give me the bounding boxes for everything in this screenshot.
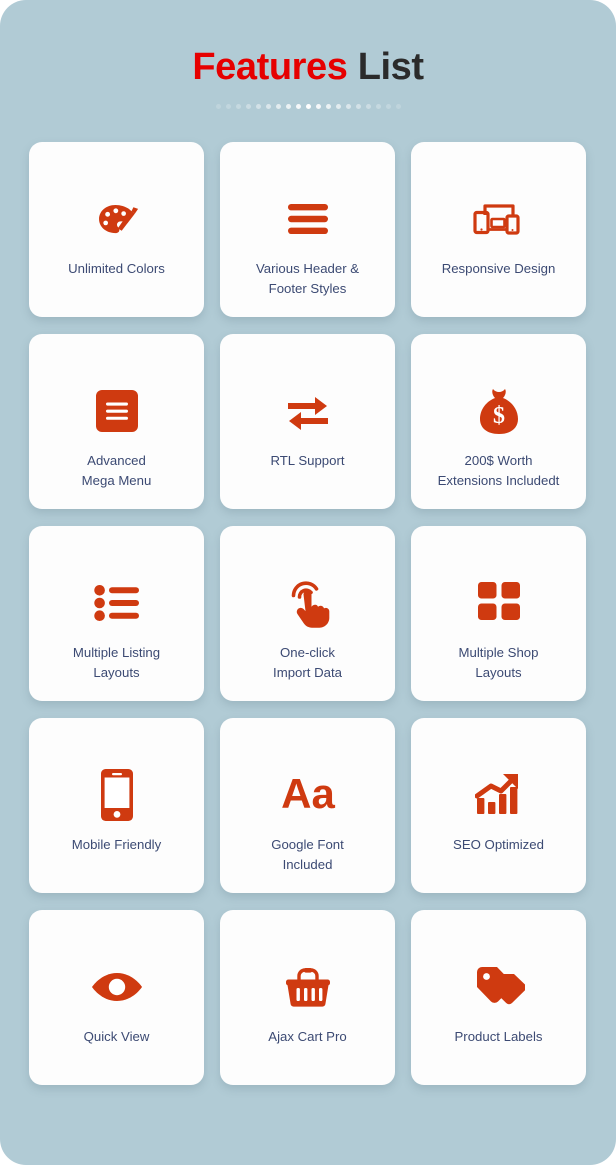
hand-tap-icon <box>284 576 332 630</box>
feature-card[interactable]: Mobile Friendly <box>29 718 204 893</box>
feature-card-label: Advanced Mega Menu <box>81 453 152 488</box>
features-grid: Unlimited Colors Various Header & Footer… <box>29 142 587 1085</box>
divider-dot <box>265 103 271 109</box>
feature-card[interactable]: Unlimited Colors <box>29 142 204 317</box>
feature-card[interactable]: Various Header & Footer Styles <box>220 142 395 317</box>
svg-text:Aa: Aa <box>281 772 335 817</box>
feature-card[interactable]: RTL Support <box>220 334 395 509</box>
feature-card-label: 200$ Worth Extensions Includedt <box>437 453 560 488</box>
money-bag-icon: $ <box>476 384 522 438</box>
page-title-plain <box>348 46 358 88</box>
divider-dot <box>375 103 381 109</box>
feature-card-label: Unlimited Colors <box>68 261 165 276</box>
grid-four-icon <box>477 576 520 630</box>
divider-dot <box>225 103 231 109</box>
eye-icon <box>91 960 143 1014</box>
feature-card-label: Mobile Friendly <box>71 837 162 852</box>
dotted-divider <box>0 101 616 111</box>
page-title: Features List <box>0 44 616 90</box>
mobile-phone-icon <box>100 768 133 822</box>
responsive-devices-icon <box>471 192 527 246</box>
feature-card-label: Ajax Cart Pro <box>268 1029 347 1044</box>
divider-dot <box>215 103 221 109</box>
page-header: Features List <box>0 0 616 111</box>
feature-card-label: One-click Import Data <box>273 645 342 680</box>
feature-card[interactable]: SEO Optimized <box>411 718 586 893</box>
exchange-arrows-icon <box>286 384 330 438</box>
divider-dot <box>305 103 311 109</box>
divider-dot <box>335 103 341 109</box>
page-title-accent: Features <box>192 46 348 88</box>
price-tags-icon <box>473 960 525 1014</box>
feature-card-label: Multiple Shop Layouts <box>458 645 539 680</box>
feature-card-label: RTL Support <box>270 453 345 468</box>
growth-chart-icon <box>474 768 523 822</box>
feature-card-label: Quick View <box>83 1029 150 1044</box>
bars-icon <box>286 192 330 246</box>
bullet-list-icon <box>93 576 140 630</box>
divider-dot <box>385 103 391 109</box>
menu-square-icon <box>95 384 138 438</box>
divider-dot <box>325 103 331 109</box>
feature-card-label: Various Header & Footer Styles <box>255 261 360 296</box>
aa-type-icon: Aa <box>278 768 338 822</box>
feature-card-label: Responsive Design <box>441 261 556 276</box>
feature-card[interactable]: One-click Import Data <box>220 526 395 701</box>
feature-card-label: Google Font Included <box>271 837 344 872</box>
feature-card[interactable]: Aa Google Font Included <box>220 718 395 893</box>
feature-card-label: Product Labels <box>454 1029 543 1044</box>
feature-card[interactable]: Multiple Listing Layouts <box>29 526 204 701</box>
divider-dot <box>355 103 361 109</box>
features-list-page: Features List Unlimited Colors Various H… <box>0 0 616 1165</box>
feature-card[interactable]: Quick View <box>29 910 204 1085</box>
feature-card[interactable]: Advanced Mega Menu <box>29 334 204 509</box>
feature-card-label: Multiple Listing Layouts <box>72 645 161 680</box>
divider-dot <box>275 103 281 109</box>
divider-dot <box>295 103 301 109</box>
divider-dot <box>345 103 351 109</box>
palette-icon <box>92 192 142 246</box>
feature-card[interactable]: Product Labels <box>411 910 586 1085</box>
feature-card[interactable]: Responsive Design <box>411 142 586 317</box>
feature-card[interactable]: $ 200$ Worth Extensions Includedt <box>411 334 586 509</box>
feature-card[interactable]: Ajax Cart Pro <box>220 910 395 1085</box>
divider-dot <box>285 103 291 109</box>
shopping-basket-icon <box>285 960 331 1014</box>
divider-dot <box>255 103 261 109</box>
divider-dot <box>365 103 371 109</box>
divider-dot <box>235 103 241 109</box>
svg-text:$: $ <box>493 403 505 429</box>
divider-dot <box>245 103 251 109</box>
divider-dot <box>315 103 321 109</box>
page-title-plain-text: List <box>357 46 424 88</box>
divider-dot <box>395 103 401 109</box>
feature-card[interactable]: Multiple Shop Layouts <box>411 526 586 701</box>
feature-card-label: SEO Optimized <box>453 837 544 852</box>
